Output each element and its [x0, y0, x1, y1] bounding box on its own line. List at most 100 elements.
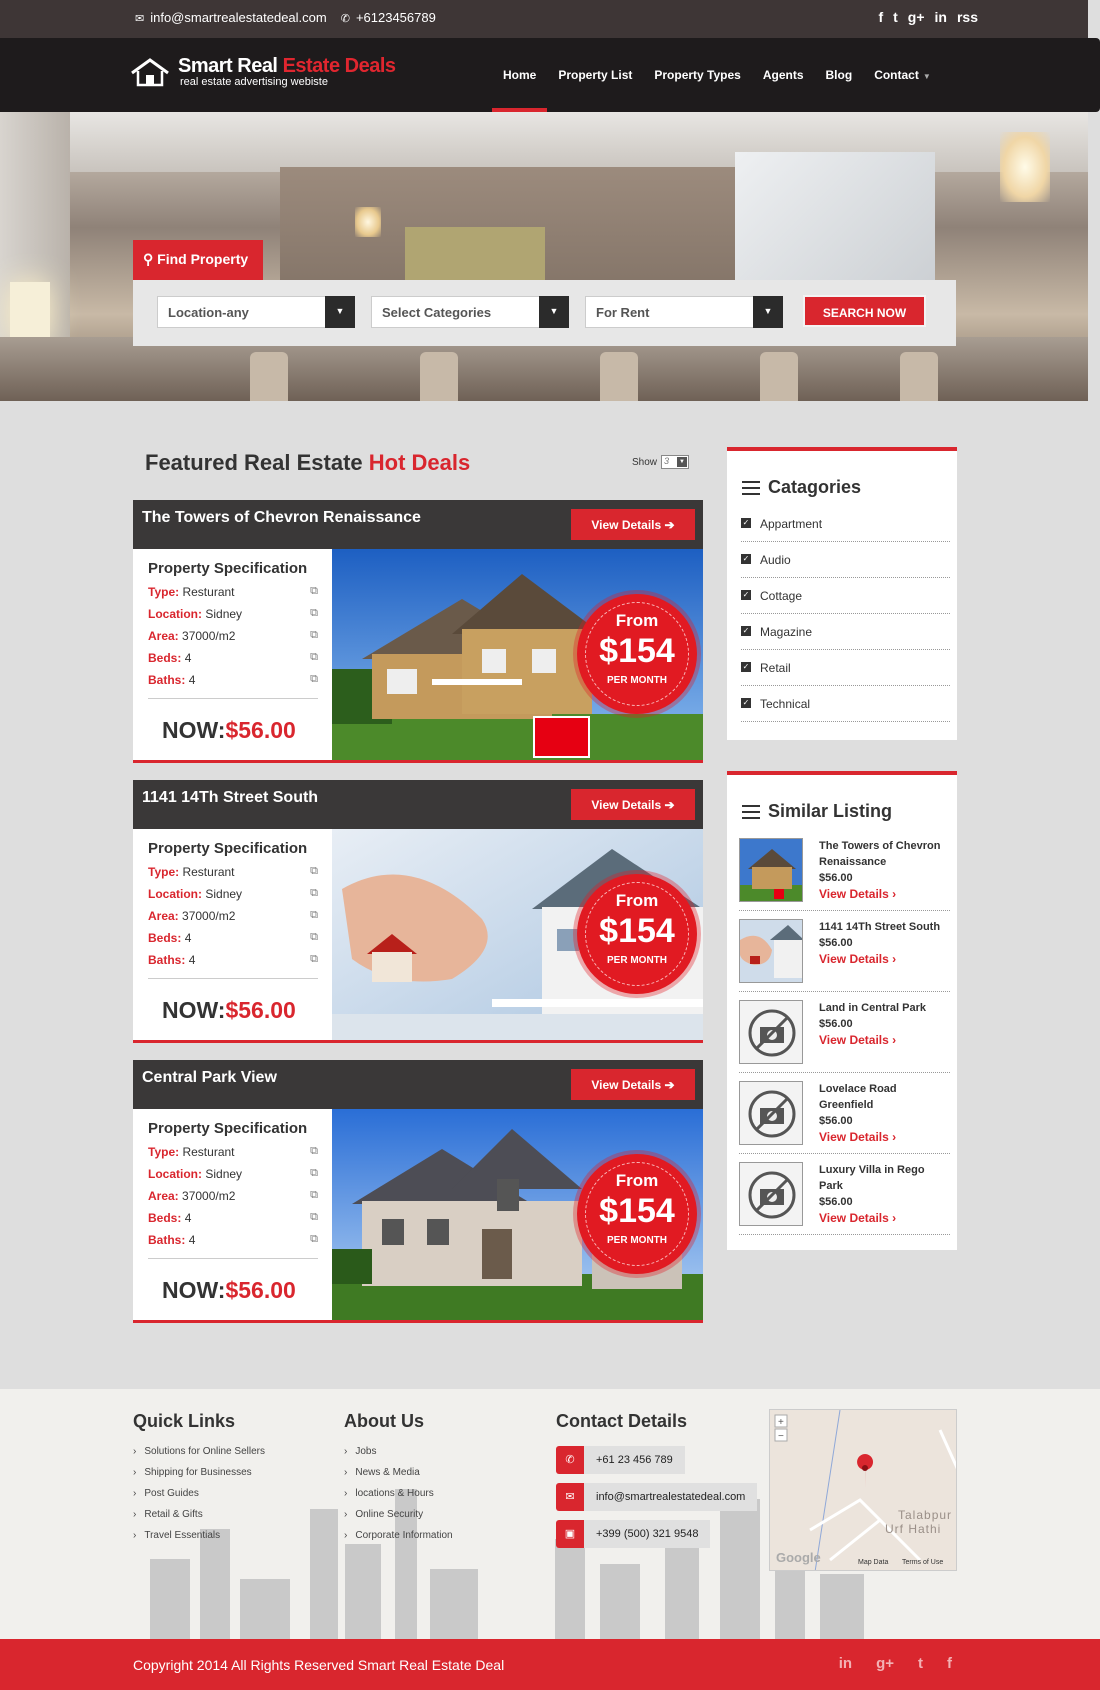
category-item[interactable]: ✓ Technical [741, 686, 950, 722]
footer-phone[interactable]: ✆ +61 23 456 789 [556, 1446, 757, 1474]
spec-location: Location: Sidney ⧉ [148, 887, 318, 901]
external-link-icon[interactable]: ⧉ [310, 865, 318, 878]
map-terms-link[interactable]: Terms of Use [902, 1559, 943, 1566]
svg-text:+: + [778, 1417, 784, 1428]
external-link-icon[interactable]: ⧉ [310, 585, 318, 598]
top-contact-bar: ✉ info@smartrealestatedeal.com ✆ +61234567… [0, 0, 1088, 38]
footer-link[interactable]: › News & Media [344, 1467, 453, 1488]
listing-photo[interactable]: From $154 PER MONTH [332, 829, 703, 1040]
similar-view-details[interactable]: View Details › [819, 886, 949, 902]
map-data-link[interactable]: Map Data [858, 1559, 888, 1566]
view-details-button[interactable]: View Details ➔ [571, 1069, 695, 1100]
footer-link[interactable]: › Shipping for Businesses [133, 1467, 265, 1488]
linkedin-icon[interactable]: in [935, 9, 947, 25]
chevron-right-icon: › [133, 1467, 137, 1478]
nav-property-types[interactable]: Property Types [643, 38, 751, 112]
external-link-icon[interactable]: ⧉ [310, 651, 318, 664]
footer-link[interactable]: › Retail & Gifts [133, 1509, 265, 1530]
similar-title-text[interactable]: 1141 14Th Street South [819, 919, 949, 935]
no-photo-icon[interactable] [739, 1081, 803, 1145]
similar-view-details[interactable]: View Details › [819, 951, 949, 967]
similar-title-text[interactable]: Lovelace Road Greenfield [819, 1081, 949, 1113]
external-link-icon[interactable]: ⧉ [310, 1189, 318, 1202]
footer-link[interactable]: › Corporate Information [344, 1530, 453, 1551]
footer-link[interactable]: › Online Security [344, 1509, 453, 1530]
external-link-icon[interactable]: ⧉ [310, 673, 318, 686]
category-item[interactable]: ✓ Audio [741, 542, 950, 578]
chevron-right-icon: › [344, 1509, 348, 1520]
rss-icon[interactable]: rss [957, 9, 978, 25]
chevron-down-icon: ▼ [753, 296, 783, 328]
find-property-tab[interactable]: ⚲ Find Property [133, 240, 263, 280]
external-link-icon[interactable]: ⧉ [310, 953, 318, 966]
similar-thumbnail[interactable] [739, 919, 803, 983]
chevron-right-icon: › [344, 1488, 348, 1499]
view-details-button[interactable]: View Details ➔ [571, 789, 695, 820]
external-link-icon[interactable]: ⧉ [310, 1211, 318, 1224]
similar-title-text[interactable]: Luxury Villa in Rego Park [819, 1162, 949, 1194]
similar-view-details[interactable]: View Details › [819, 1032, 949, 1048]
nav-property-list[interactable]: Property List [547, 38, 643, 112]
category-select[interactable]: Select Categories ▼ [371, 296, 569, 328]
location-select[interactable]: Location-any ▼ [157, 296, 355, 328]
external-link-icon[interactable]: ⧉ [310, 887, 318, 900]
footer-email[interactable]: ✉ info@smartrealestatedeal.com [556, 1483, 758, 1511]
similar-view-details[interactable]: View Details › [819, 1129, 949, 1145]
twitter-icon[interactable]: t [918, 1655, 923, 1672]
footer-link[interactable]: › Solutions for Online Sellers [133, 1446, 265, 1467]
copyright-bar: Copyright 2014 All Rights Reserved Smart… [0, 1639, 1100, 1690]
show-count-control[interactable]: Show 3 ▼ [632, 455, 690, 469]
external-link-icon[interactable]: ⧉ [310, 1167, 318, 1180]
footer-fax[interactable]: ▣ +399 (500) 321 9548 [556, 1520, 757, 1548]
footer-link[interactable]: › Jobs [344, 1446, 453, 1467]
external-link-icon[interactable]: ⧉ [310, 1233, 318, 1246]
external-link-icon[interactable]: ⧉ [310, 909, 318, 922]
category-item[interactable]: ✓ Magazine [741, 614, 950, 650]
show-label: Show [632, 456, 658, 468]
site-logo[interactable]: Smart Real Estate Deals real estate adve… [130, 56, 396, 88]
linkedin-icon[interactable]: in [839, 1655, 852, 1672]
external-link-icon[interactable]: ⧉ [310, 931, 318, 944]
footer-link[interactable]: › Travel Essentials [133, 1530, 265, 1551]
similar-title-text[interactable]: Land in Central Park [819, 1000, 949, 1016]
twitter-icon[interactable]: t [893, 9, 898, 25]
phone-contact[interactable]: ✆ +6123456789 [341, 10, 436, 25]
property-specification: Property Specification Type: Resturant ⧉ … [148, 840, 318, 979]
category-item[interactable]: ✓ Retail [741, 650, 950, 686]
category-item[interactable]: ✓ Appartment [741, 506, 950, 542]
email-contact[interactable]: ✉ info@smartrealestatedeal.com [135, 10, 327, 25]
quick-links-column: Quick Links › Solutions for Online Seller… [133, 1411, 265, 1551]
nav-blog[interactable]: Blog [815, 38, 864, 112]
similar-title-text[interactable]: The Towers of Chevron Renaissance [819, 838, 949, 870]
similar-thumbnail[interactable] [739, 838, 803, 902]
similar-view-details[interactable]: View Details › [819, 1210, 949, 1226]
footer-link[interactable]: › Post Guides [133, 1488, 265, 1509]
category-item[interactable]: ✓ Cottage [741, 578, 950, 614]
show-count-select[interactable]: 3 ▼ [661, 455, 690, 469]
status-select[interactable]: For Rent ▼ [585, 296, 783, 328]
view-details-button[interactable]: View Details ➔ [571, 509, 695, 540]
nav-agents[interactable]: Agents [752, 38, 815, 112]
facebook-icon[interactable]: f [878, 9, 883, 25]
external-link-icon[interactable]: ⧉ [310, 1145, 318, 1158]
location-map[interactable]: + − Talabpur Urf Hathi Google Map Data T… [769, 1409, 957, 1571]
search-now-button[interactable]: SEARCH NOW [803, 295, 926, 327]
external-link-icon[interactable]: ⧉ [310, 607, 318, 620]
listing-photo[interactable]: From $154 PER MONTH [332, 1109, 703, 1320]
footer-link[interactable]: › locations & Hours [344, 1488, 453, 1509]
nav-contact[interactable]: Contact ▼ [863, 38, 942, 112]
menu-icon [742, 480, 760, 495]
facebook-icon[interactable]: f [947, 1655, 952, 1672]
spec-location: Location: Sidney ⧉ [148, 607, 318, 621]
phone-icon: ✆ [556, 1446, 584, 1474]
no-photo-icon[interactable] [739, 1000, 803, 1064]
no-photo-icon[interactable] [739, 1162, 803, 1226]
caret-down-icon: ▼ [922, 72, 931, 81]
external-link-icon[interactable]: ⧉ [310, 629, 318, 642]
google-plus-icon[interactable]: g+ [908, 9, 925, 25]
listing-photo[interactable]: From $154 PER MONTH [332, 549, 703, 760]
about-us-title: About Us [344, 1411, 424, 1431]
google-plus-icon[interactable]: g+ [876, 1655, 894, 1672]
similar-item: Lovelace Road Greenfield $56.00 View Detai… [739, 1073, 950, 1154]
nav-home[interactable]: Home [492, 38, 548, 112]
